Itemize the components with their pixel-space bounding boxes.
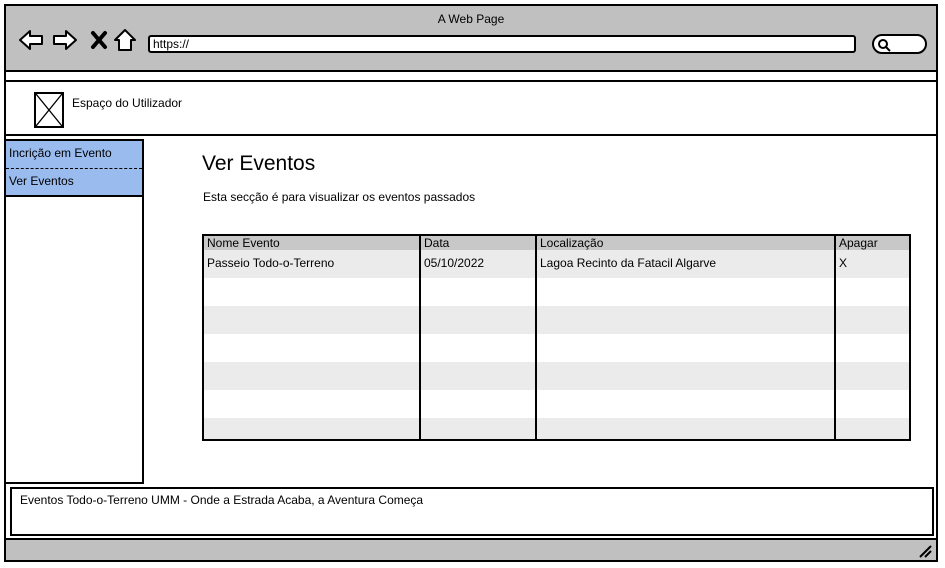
table-cell [535, 306, 835, 334]
table-cell [535, 334, 835, 362]
table-row [204, 418, 909, 439]
table-cell [834, 390, 909, 418]
sidebar-item-inscricao[interactable]: Incrição em Evento [6, 141, 142, 169]
footer-text: Eventos Todo-o-Terreno UMM - Onde a Estr… [20, 493, 424, 507]
resize-grip-icon[interactable] [918, 544, 932, 558]
browser-chrome: A Web Page https:// [6, 6, 936, 72]
toolbar-separator [6, 72, 936, 82]
column-header-data[interactable]: Data [419, 236, 536, 250]
status-bar [6, 538, 936, 560]
table-cell [204, 306, 420, 334]
page-footer: Eventos Todo-o-Terreno UMM - Onde a Estr… [10, 487, 934, 536]
cell-event-location: Lagoa Recinto da Fatacil Algarve [535, 250, 835, 278]
table-row [204, 306, 909, 334]
table-cell [419, 334, 536, 362]
page-title: Ver Eventos [202, 152, 316, 175]
table-row [204, 362, 909, 390]
home-icon[interactable] [112, 28, 138, 52]
table-cell [419, 418, 536, 439]
url-input[interactable]: https:// [148, 35, 856, 53]
table-cell [419, 306, 536, 334]
table-header-row: Nome Evento Data Localização Apagar [204, 236, 909, 250]
table-cell [419, 278, 536, 306]
table-cell [535, 390, 835, 418]
table-cell [535, 278, 835, 306]
table-cell [204, 362, 420, 390]
cell-event-name: Passeio Todo-o-Terreno [204, 250, 420, 278]
table-row [204, 334, 909, 362]
sidebar: Incrição em Evento Ver Eventos [6, 139, 144, 484]
column-header-apagar[interactable]: Apagar [834, 236, 909, 250]
table-cell [834, 334, 909, 362]
sidebar-item-ver-eventos[interactable]: Ver Eventos [6, 169, 142, 197]
table-cell [535, 362, 835, 390]
window-title: A Web Page [437, 12, 505, 26]
events-table: Nome Evento Data Localização Apagar Pass… [202, 234, 911, 441]
column-header-localizacao[interactable]: Localização [535, 236, 835, 250]
delete-button[interactable]: X [834, 250, 909, 278]
table-cell [834, 418, 909, 439]
image-placeholder-icon [34, 92, 64, 128]
table-cell [834, 278, 909, 306]
page-header: Espaço do Utilizador [6, 82, 936, 136]
table-row[interactable]: Passeio Todo-o-Terreno 05/10/2022 Lagoa … [204, 250, 909, 278]
table-cell [834, 306, 909, 334]
search-field[interactable] [872, 34, 927, 54]
table-row [204, 390, 909, 418]
table-row [204, 278, 909, 306]
close-x-icon[interactable] [86, 28, 112, 52]
table-cell [204, 390, 420, 418]
forward-arrow-icon[interactable] [52, 28, 78, 52]
table-cell [419, 362, 536, 390]
search-icon [878, 39, 891, 52]
table-cell [834, 362, 909, 390]
cell-event-date: 05/10/2022 [419, 250, 536, 278]
table-cell [204, 278, 420, 306]
header-title: Espaço do Utilizador [72, 96, 183, 110]
browser-window: A Web Page https:// Espaço do Utilizador… [4, 4, 938, 562]
table-cell [535, 418, 835, 439]
table-cell [204, 334, 420, 362]
column-header-nome[interactable]: Nome Evento [204, 236, 420, 250]
back-arrow-icon[interactable] [18, 28, 44, 52]
table-cell [419, 390, 536, 418]
table-cell [204, 418, 420, 439]
page-description: Esta secção é para visualizar os eventos… [203, 190, 476, 204]
